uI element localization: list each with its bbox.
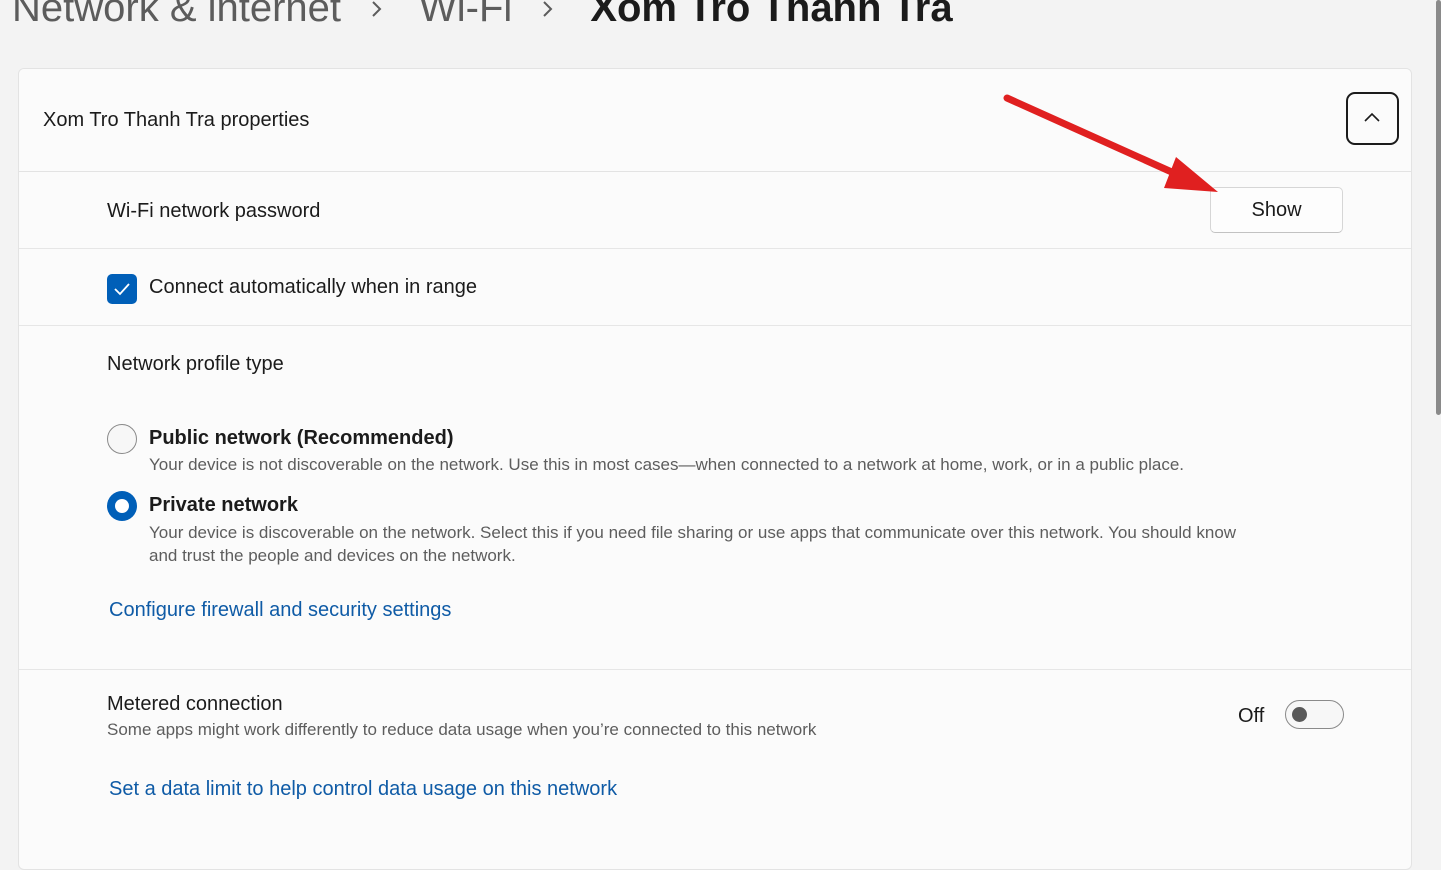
firewall-settings-link[interactable]: Configure firewall and security settings [109,599,451,622]
private-network-description-line1: Your device is discoverable on the netwo… [149,523,1237,542]
data-limit-link[interactable]: Set a data limit to help control data us… [109,778,617,801]
page-title: Xom Tro Thanh Tra [590,0,953,30]
metered-connection-title: Metered connection [107,693,283,715]
password-label: Wi-Fi network password [107,200,321,222]
show-password-button[interactable]: Show [1210,187,1343,233]
scrollbar[interactable] [1436,0,1441,415]
metered-connection-description: Some apps might work differently to redu… [107,720,817,739]
metered-connection-section: Metered connection Some apps might work … [19,670,1411,869]
network-profile-heading: Network profile type [107,353,284,375]
public-network-description: Your device is not discoverable on the n… [149,455,1185,474]
properties-card: Xom Tro Thanh Tra properties Wi-Fi netwo… [18,68,1412,870]
metered-toggle-state: Off [1238,705,1265,727]
private-network-radio[interactable] [107,491,137,521]
chevron-right-icon [371,0,391,38]
auto-connect-label: Connect automatically when in range [149,276,477,298]
auto-connect-row: Connect automatically when in range [19,249,1411,326]
private-network-title: Private network [149,494,298,516]
breadcrumb-wifi[interactable]: Wi-Fi [419,0,512,38]
breadcrumb: Network & internet Wi-Fi Xom Tro Thanh T… [12,0,953,38]
properties-header[interactable]: Xom Tro Thanh Tra properties [19,69,1411,172]
collapse-button[interactable] [1346,92,1399,145]
password-row: Wi-Fi network password [19,172,1411,249]
auto-connect-checkbox[interactable] [107,274,137,304]
metered-connection-toggle[interactable] [1285,700,1344,729]
chevron-up-icon [1364,112,1380,122]
breadcrumb-network-internet[interactable]: Network & internet [12,0,341,38]
chevron-right-icon [542,0,562,38]
checkmark-icon [114,283,130,296]
public-network-radio[interactable] [107,424,137,454]
public-network-title: Public network (Recommended) [149,427,454,449]
private-network-description-line2: and trust the people and devices on the … [149,546,516,565]
properties-title: Xom Tro Thanh Tra properties [43,109,310,131]
network-profile-section: Network profile type Public network (Rec… [19,326,1411,670]
